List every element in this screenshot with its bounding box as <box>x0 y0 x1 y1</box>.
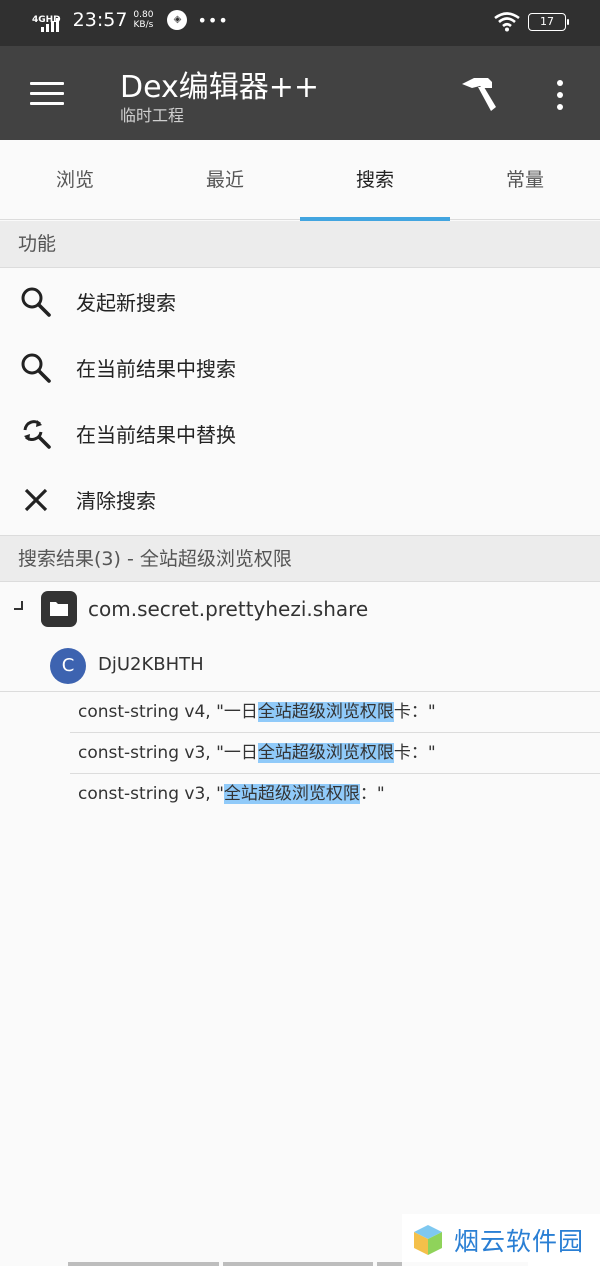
result-code-prefix: const-string v4, "一日 <box>78 702 258 722</box>
notification-app-icon: ◈ <box>167 10 188 30</box>
new-search-label: 发起新搜索 <box>76 291 176 315</box>
tab-bar: 浏览 最近 搜索 常量 <box>0 140 600 221</box>
close-icon <box>24 488 48 512</box>
battery-level: 17 <box>540 15 554 28</box>
app-bar: Dex编辑器++ 临时工程 <box>0 46 600 140</box>
build-button[interactable] <box>458 74 502 114</box>
result-code-suffix: 卡：" <box>393 702 436 722</box>
status-bar: 4GHD 23:57 0.80 KB/s ◈ ••• 17 <box>0 0 600 46</box>
package-name: com.secret.prettyhezi.share <box>88 597 369 621</box>
class-name: DjU2KBHTH <box>98 654 204 675</box>
cube-logo-icon <box>414 1225 442 1255</box>
speed-unit: KB/s <box>133 20 154 30</box>
search-results-header: 搜索结果(3) - 全站超级浏览权限 <box>0 535 600 582</box>
more-notifications-icon: ••• <box>197 10 229 30</box>
signal-icon <box>40 18 59 32</box>
folder-icon <box>41 591 77 627</box>
hamburger-icon <box>30 82 64 85</box>
speed-value: 0.80 <box>133 10 154 20</box>
clear-search-label: 清除搜索 <box>76 489 156 513</box>
watermark-text: 烟云软件园 <box>454 1227 585 1256</box>
menu-button[interactable] <box>30 82 64 106</box>
tree-expander-icon[interactable] <box>14 601 23 610</box>
search-icon <box>21 287 51 317</box>
replace-in-results-label: 在当前结果中替换 <box>76 423 236 447</box>
result-row[interactable]: const-string v3, "一日全站超级浏览权限卡：" <box>70 733 600 774</box>
tab-browse[interactable]: 浏览 <box>0 140 150 220</box>
result-match-highlight: 全站超级浏览权限 <box>223 784 360 804</box>
result-code-suffix: ：" <box>359 784 385 804</box>
result-code-prefix: const-string v3, " <box>78 784 224 804</box>
overflow-menu-button[interactable] <box>548 78 572 112</box>
package-node[interactable]: com.secret.prettyhezi.share <box>0 583 600 637</box>
result-code-prefix: const-string v3, "一日 <box>78 743 258 763</box>
network-speed: 0.80 KB/s <box>133 10 153 30</box>
result-list: const-string v4, "一日全站超级浏览权限卡：" const-st… <box>70 692 600 815</box>
hammer-icon <box>462 78 496 111</box>
tab-recent[interactable]: 最近 <box>150 140 300 220</box>
status-right: 17 <box>494 12 569 32</box>
status-left: 4GHD 23:57 0.80 KB/s ◈ ••• <box>32 8 229 32</box>
result-code-suffix: 卡：" <box>393 743 436 763</box>
class-icon: C <box>50 648 86 684</box>
search-icon <box>21 353 51 383</box>
search-in-results-label: 在当前结果中搜索 <box>76 357 236 381</box>
app-title: Dex编辑器++ <box>120 70 320 105</box>
search-in-results-action[interactable]: 在当前结果中搜索 <box>0 334 600 400</box>
app-subtitle: 临时工程 <box>120 106 185 125</box>
replace-in-results-action[interactable]: 在当前结果中替换 <box>0 400 600 466</box>
result-row[interactable]: const-string v3, "全站超级浏览权限：" <box>70 774 600 815</box>
result-row[interactable]: const-string v4, "一日全站超级浏览权限卡：" <box>70 692 600 733</box>
class-node[interactable]: C DjU2KBHTH <box>0 640 600 692</box>
functions-header: 功能 <box>0 221 600 268</box>
watermark: 烟云软件园 <box>402 1214 600 1266</box>
tab-constants[interactable]: 常量 <box>450 140 600 220</box>
clock: 23:57 <box>72 9 128 31</box>
result-match-highlight: 全站超级浏览权限 <box>257 702 394 722</box>
find-replace-icon <box>23 420 51 449</box>
clear-search-action[interactable]: 清除搜索 <box>0 466 600 532</box>
battery-icon: 17 <box>528 13 569 31</box>
result-match-highlight: 全站超级浏览权限 <box>257 743 394 763</box>
new-search-action[interactable]: 发起新搜索 <box>0 268 600 334</box>
wifi-icon <box>494 12 520 32</box>
more-vert-icon <box>557 80 563 86</box>
tab-search[interactable]: 搜索 <box>300 140 450 221</box>
